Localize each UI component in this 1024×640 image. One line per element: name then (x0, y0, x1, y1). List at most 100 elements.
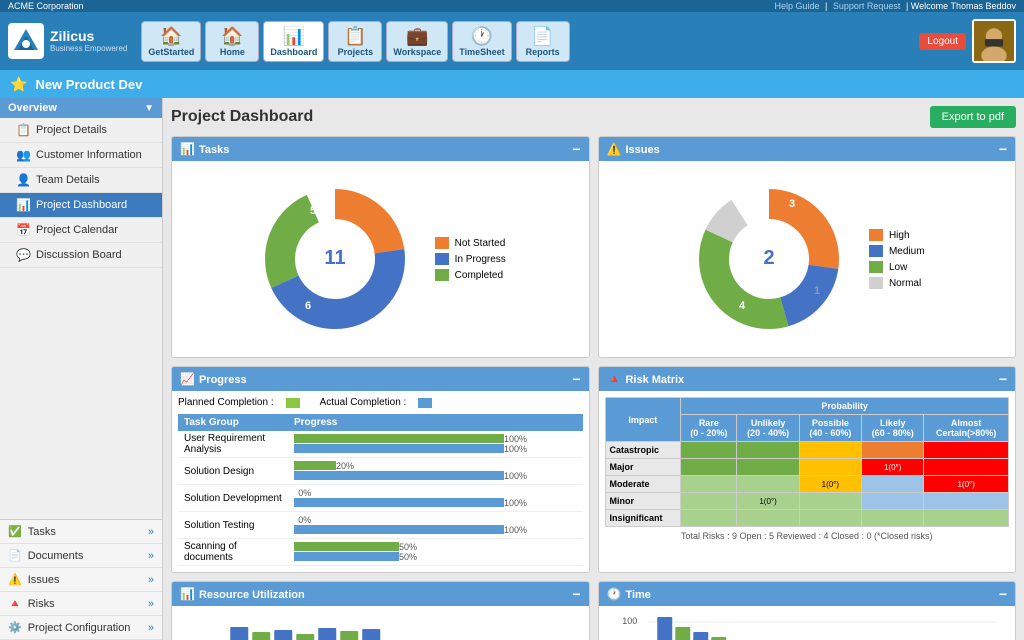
progress-panel: 📈Progress − Planned Completion : Actual … (171, 366, 590, 573)
nav-icon-workspace: 💼 (406, 26, 428, 47)
tasks-legend-completed: Completed (435, 269, 506, 281)
major-label: Major (605, 459, 681, 476)
nav-item-reports[interactable]: 📄Reports (516, 21, 570, 62)
sidebar-bottom-item-risks[interactable]: 🔺Risks» (0, 592, 162, 616)
ins-unlikely (737, 510, 799, 527)
in-progress-label: In Progress (455, 254, 506, 265)
sidebar: Overview ▼ 📋Project Details👥Customer Inf… (0, 98, 163, 640)
issues-legend-low: Low (869, 261, 925, 273)
top-bar: ACME Corporation Help Guide | Support Re… (0, 0, 1024, 12)
planned-bar (294, 542, 399, 551)
support-link[interactable]: Support Request (833, 1, 901, 11)
issues-center-value: 2 (763, 247, 774, 269)
not-started-label: Not Started (455, 238, 506, 249)
nav-icon-projects: 📋 (344, 26, 366, 47)
progress-panel-minimize[interactable]: − (572, 371, 580, 387)
progress-bars: 20% 100% (288, 458, 583, 485)
progress-panel-body: Planned Completion : Actual Completion :… (172, 391, 589, 572)
company-name: ACME Corporation (8, 1, 84, 11)
bottom-item-label: Issues (28, 574, 60, 586)
issue-label-4: 4 (739, 300, 746, 312)
resource-panel-title: Resource Utilization (199, 589, 305, 601)
sidebar-section-header[interactable]: Overview ▼ (0, 98, 162, 118)
sidebar-item-discussion-board[interactable]: 💬Discussion Board (0, 243, 162, 268)
sidebar-item-team-details[interactable]: 👤Team Details (0, 168, 162, 193)
nav-item-projects[interactable]: 📋Projects (328, 21, 382, 62)
sidebar-bottom-item-documents[interactable]: 📄Documents» (0, 544, 162, 568)
time-panel-header: 🕐Time − (599, 582, 1016, 606)
sidebar-icon: 👥 (16, 148, 30, 162)
issues-legend: High Medium Low (869, 229, 925, 289)
m-likely: 1(0°) (862, 459, 924, 476)
risk-panel-header: 🔺Risk Matrix − (599, 367, 1016, 391)
resource-panel-minimize[interactable]: − (572, 586, 580, 602)
main-layout: Overview ▼ 📋Project Details👥Customer Inf… (0, 98, 1024, 640)
ins-possible (799, 510, 861, 527)
high-label: High (889, 230, 910, 241)
bottom-item-icon: ⚙️ (8, 621, 22, 634)
sidebar-item-project-calendar[interactable]: 📅Project Calendar (0, 218, 162, 243)
bottom-item-icon: ✅ (8, 525, 22, 538)
nav-icon-dashboard: 📊 (283, 26, 305, 47)
planned-bar (294, 434, 504, 443)
task-name: User Requirement Analysis (178, 431, 288, 458)
issues-header-icon: ⚠️ (607, 142, 622, 156)
time-panel: 🕐Time − 100 60 (598, 581, 1017, 640)
logout-button[interactable]: Logout (919, 33, 966, 50)
sidebar-icon: 📅 (16, 223, 30, 237)
col-rare: Rare(0 - 20%) (681, 415, 737, 442)
planned-pct: 50% (399, 542, 417, 552)
minor-label: Minor (605, 493, 681, 510)
arrows-icon: » (148, 622, 154, 634)
issues-panel-minimize[interactable]: − (999, 141, 1007, 157)
actual-label: Actual Completion : (320, 397, 407, 408)
progress-row: Solution Development 0% 100% (178, 485, 583, 512)
tasks-center-value: 11 (324, 247, 345, 269)
avatar-area: Logout (919, 19, 1016, 63)
nav-item-timesheet[interactable]: 🕐TimeSheet (452, 21, 511, 62)
ins-rare (681, 510, 737, 527)
sidebar-item-customer-information[interactable]: 👥Customer Information (0, 143, 162, 168)
task-name: Solution Testing (178, 512, 288, 539)
min-likely (862, 493, 924, 510)
help-link[interactable]: Help Guide (775, 1, 820, 11)
sidebar-item-project-dashboard[interactable]: 📊Project Dashboard (0, 193, 162, 218)
sidebar-bottom-item-issues[interactable]: ⚠️Issues» (0, 568, 162, 592)
welcome-text: Welcome Thomas Beddov (911, 1, 1016, 11)
insignificant-label: Insignificant (605, 510, 681, 527)
sidebar-bottom-item-project-configuration[interactable]: ⚙️ Project Configuration » (0, 616, 162, 640)
bottom-item-label: Project Configuration (28, 622, 131, 634)
nav-item-workspace[interactable]: 💼Workspace (386, 21, 448, 62)
not-started-color (435, 237, 449, 249)
tasks-panel-minimize[interactable]: − (572, 141, 580, 157)
sidebar-bottom-item-tasks[interactable]: ✅Tasks» (0, 520, 162, 544)
planned-label: Planned Completion : (178, 397, 274, 408)
issue-label-3: 3 (789, 198, 795, 210)
sidebar-item-project-details[interactable]: 📋Project Details (0, 118, 162, 143)
time-panel-minimize[interactable]: − (999, 586, 1007, 602)
nav-item-home[interactable]: 🏠Home (205, 21, 259, 62)
min-possible (799, 493, 861, 510)
mod-unlikely (737, 476, 799, 493)
progress-panel-header: 📈Progress − (172, 367, 589, 391)
nav-item-dashboard[interactable]: 📊Dashboard (263, 21, 324, 62)
risk-panel-body: Impact Probability Rare(0 - 20%) Unlikel… (599, 391, 1016, 547)
actual-bar (294, 444, 504, 453)
tasks-donut-container: 11 5 6 Not Started (180, 169, 581, 349)
progress-header-icon: 📈 (180, 372, 195, 386)
sidebar-item-label: Team Details (36, 174, 100, 186)
actual-pct: 100% (504, 525, 527, 535)
risk-panel-minimize[interactable]: − (999, 371, 1007, 387)
arrows-icon: » (148, 526, 154, 538)
planned-pct: 0% (298, 515, 311, 525)
nav-item-getstarted[interactable]: 🏠GetStarted (141, 21, 201, 62)
risk-panel: 🔺Risk Matrix − Impact Probability Rare(0… (598, 366, 1017, 573)
bottom-panels-row: 📊Resource Utilization − -90 (171, 581, 1016, 640)
export-button[interactable]: Export to pdf (930, 106, 1016, 128)
risk-row-major: Major 1(0°) (605, 459, 1009, 476)
tasks-panel-title: Tasks (199, 144, 229, 156)
sub-header: ⭐ New Product Dev (0, 70, 1024, 98)
issues-panel-body: 2 3 4 1 High Medium (599, 161, 1016, 357)
nav-label-workspace: Workspace (393, 47, 441, 57)
progress-table: Task Group Progress User Requirement Ana… (178, 414, 583, 566)
